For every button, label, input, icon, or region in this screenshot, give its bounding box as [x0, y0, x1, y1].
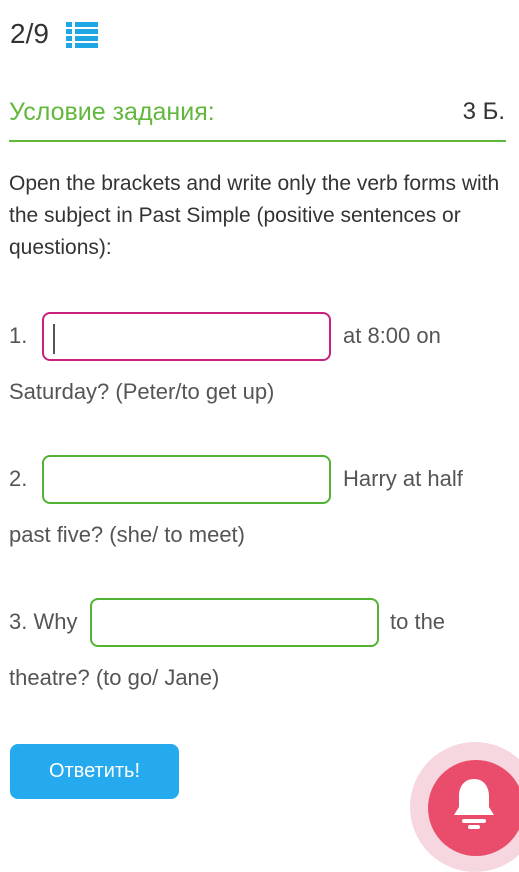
instruction-text: Open the brackets and write only the ver…: [9, 172, 500, 259]
question-3-prefix: 3. Why: [9, 609, 78, 634]
question-2-continuation: past five? (she/ to meet): [9, 522, 245, 547]
question-3-input[interactable]: [90, 598, 379, 647]
question-1-continuation: Saturday? (Peter/to get up): [9, 379, 275, 404]
submit-button[interactable]: Ответить!: [10, 744, 179, 799]
question-2-prefix: 2.: [9, 466, 28, 491]
question-1-prefix: 1.: [9, 323, 28, 348]
divider: [9, 140, 506, 142]
points-value: 3 Б.: [462, 98, 505, 125]
question-3-after: to the: [390, 609, 446, 634]
question-2-after: Harry at half: [343, 466, 463, 491]
condition-title: Условие задания:: [9, 98, 215, 126]
text-caret: [53, 324, 55, 354]
question-1-after: at 8:00 on: [343, 323, 441, 348]
bell-icon: [454, 779, 494, 829]
list-icon[interactable]: [66, 22, 98, 48]
progress-counter: 2/9: [10, 18, 49, 49]
question-3-continuation: theatre? (to go/ Jane): [9, 665, 220, 690]
question-1-input[interactable]: [42, 312, 331, 361]
question-2-input[interactable]: [42, 455, 331, 504]
